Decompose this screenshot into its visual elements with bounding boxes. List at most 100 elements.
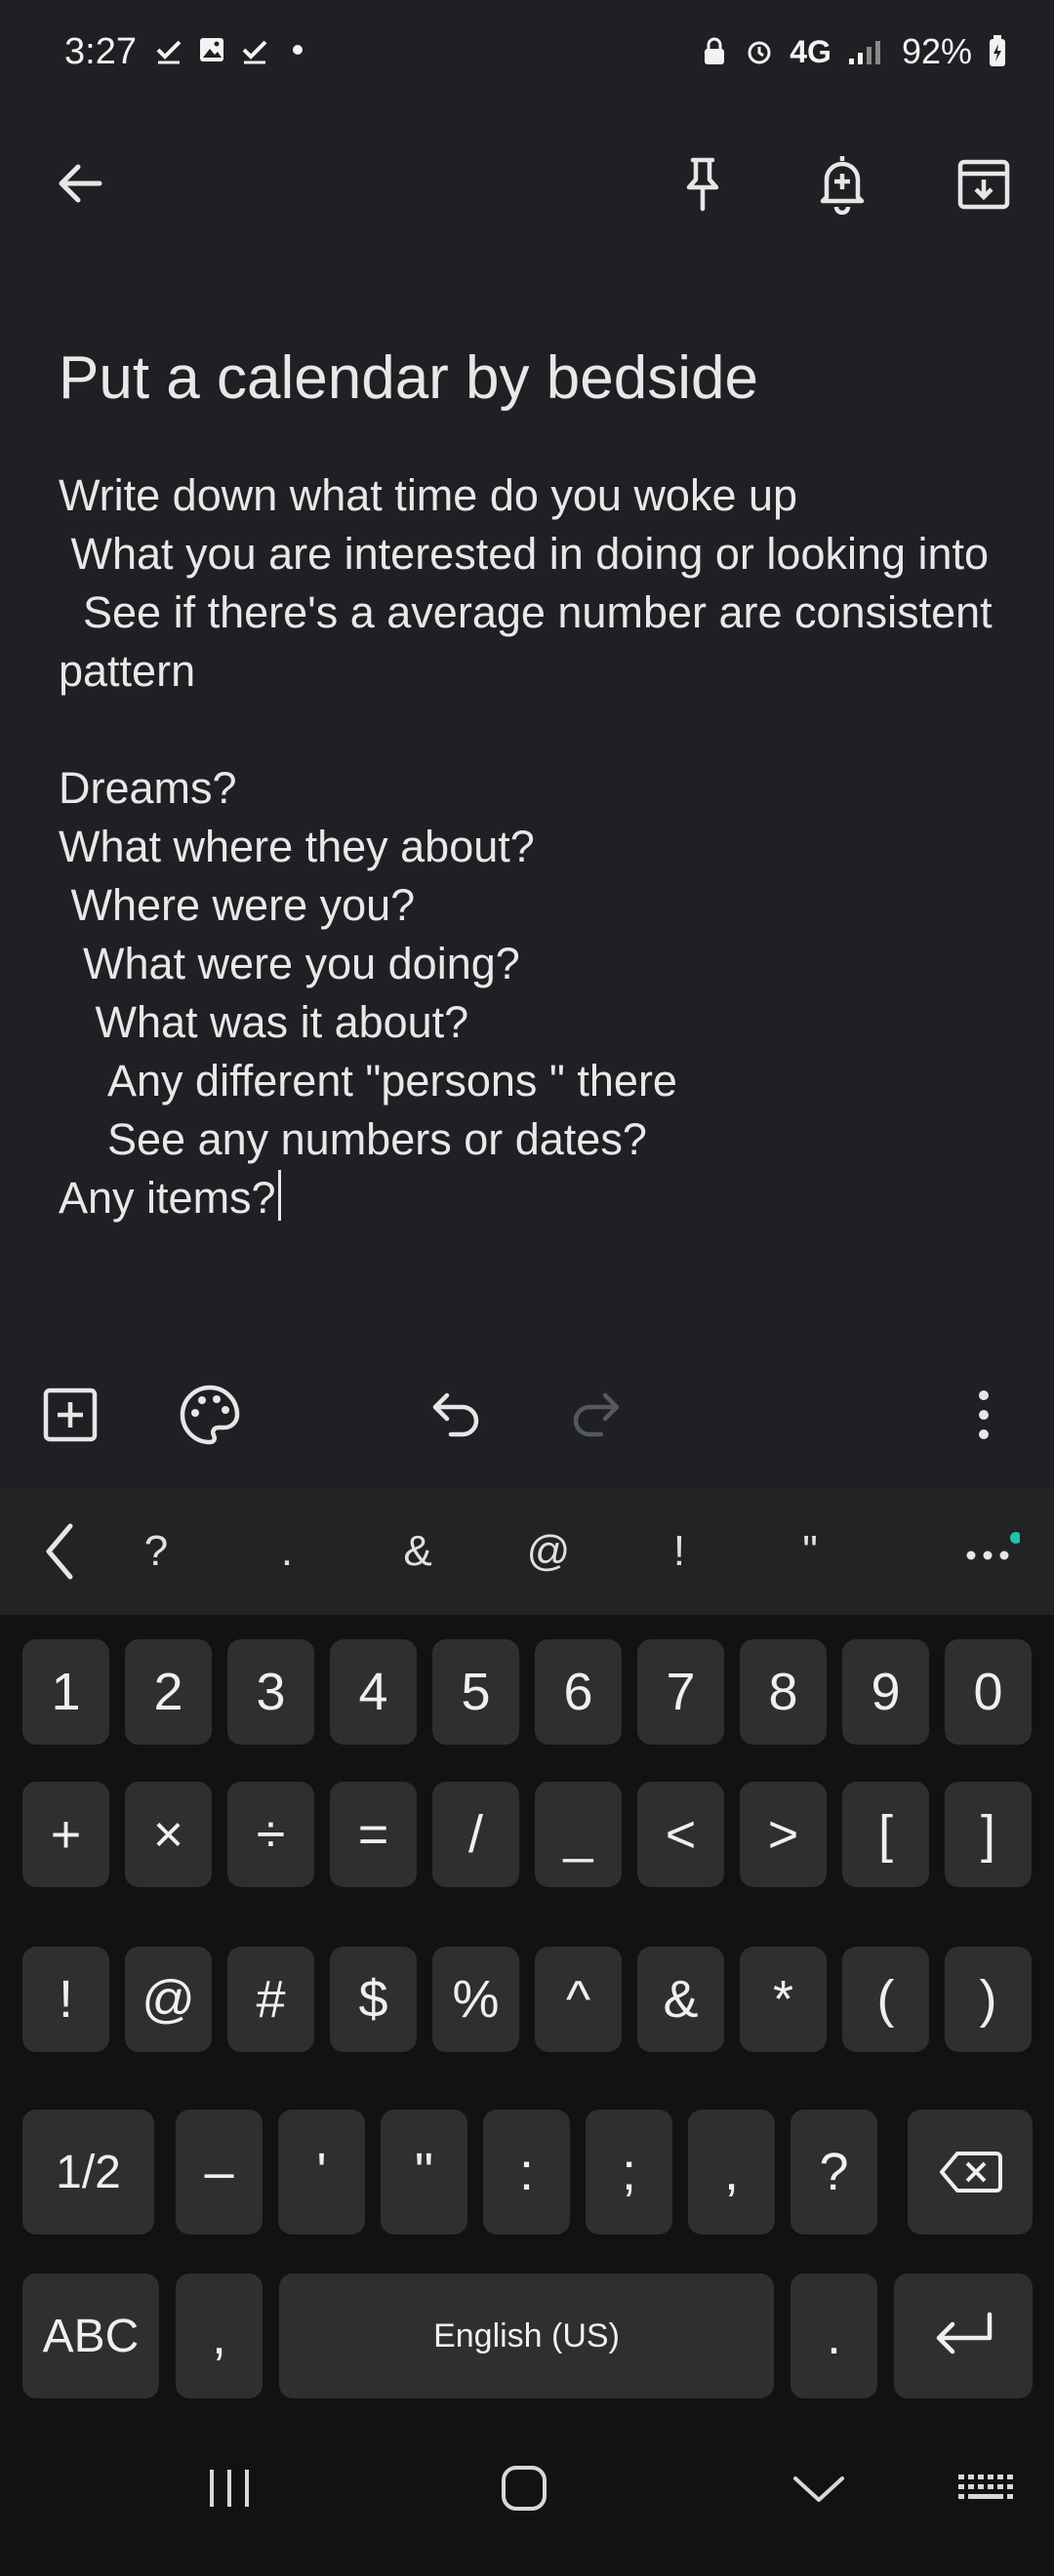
dot-icon (293, 45, 303, 55)
key-row1[interactable]: 5 (432, 1639, 519, 1745)
suggestion-symbol[interactable]: ? (98, 1488, 215, 1615)
add-box-icon (43, 1388, 98, 1442)
battery-icon (990, 35, 1005, 66)
key-row3[interactable]: @ (125, 1947, 212, 2052)
note-body-line: Any items? (59, 1169, 995, 1228)
recents-button[interactable] (190, 2449, 268, 2527)
key-fraction[interactable]: 1/2 (22, 2110, 154, 2234)
key-row2[interactable]: < (637, 1782, 724, 1887)
image-icon (200, 38, 223, 61)
suggestion-symbol[interactable]: & (359, 1488, 476, 1615)
key-row1[interactable]: 6 (535, 1639, 622, 1745)
note-body-line: Write down what time do you woke up (59, 470, 798, 520)
comma-key[interactable]: , (176, 2274, 263, 2398)
color-palette-button[interactable] (171, 1376, 249, 1454)
back-button[interactable] (41, 144, 119, 222)
key-row3[interactable]: * (740, 1947, 827, 2052)
key-row3[interactable]: ^ (535, 1947, 622, 2052)
keyboard-icon (958, 2475, 1013, 2499)
key-row3[interactable]: ) (945, 1947, 1032, 2052)
archive-button[interactable] (945, 144, 1023, 222)
check-icon (242, 40, 267, 64)
key-row4[interactable]: : (483, 2110, 570, 2234)
alarm-icon (748, 41, 771, 64)
key-row3[interactable]: # (227, 1947, 314, 2052)
key-row2[interactable]: _ (535, 1782, 622, 1887)
redo-button[interactable] (556, 1376, 634, 1454)
suggestion-symbol[interactable]: . (228, 1488, 345, 1615)
bell-plus-icon (820, 156, 865, 215)
note-body-line: Dreams? (59, 763, 237, 813)
key-row3[interactable]: & (637, 1947, 724, 2052)
key-row2[interactable]: ] (945, 1782, 1032, 1887)
note-title[interactable]: Put a calendar by bedside (59, 343, 995, 413)
status-notification-icons (154, 35, 312, 64)
pin-button[interactable] (664, 144, 742, 222)
signal-icon (848, 41, 880, 64)
key-row4[interactable]: , (688, 2110, 775, 2234)
key-row1[interactable]: 9 (842, 1639, 929, 1745)
key-row1[interactable]: 1 (22, 1639, 109, 1745)
key-row4[interactable]: " (381, 2110, 467, 2234)
key-row2[interactable]: ÷ (227, 1782, 314, 1887)
keyboard-switch-button[interactable] (947, 2449, 1025, 2527)
period-key[interactable]: . (790, 2274, 877, 2398)
backspace-icon (940, 2152, 1002, 2193)
key-row4[interactable]: ; (586, 2110, 672, 2234)
key-row4[interactable]: – (176, 2110, 263, 2234)
pin-icon (686, 157, 719, 212)
note-body-line: What you are interested in doing or look… (59, 529, 990, 579)
recents-icon (210, 2470, 249, 2507)
add-content-button[interactable] (31, 1376, 109, 1454)
redo-icon (573, 1392, 620, 1437)
check-icon (156, 40, 182, 64)
chevron-left-icon (46, 1523, 73, 1580)
suggestion-symbol[interactable]: ! (621, 1488, 738, 1615)
note-body[interactable]: Write down what time do you woke up What… (59, 466, 995, 1228)
key-row2[interactable]: × (125, 1782, 212, 1887)
key-row2[interactable]: [ (842, 1782, 929, 1887)
home-button[interactable] (485, 2449, 563, 2527)
undo-icon (432, 1392, 479, 1437)
key-row1[interactable]: 8 (740, 1639, 827, 1745)
suggestion-symbol[interactable]: " (751, 1488, 869, 1615)
reminder-button[interactable] (803, 144, 881, 222)
key-row1[interactable]: 0 (945, 1639, 1032, 1745)
note-body-line: Where were you? (59, 880, 416, 930)
backspace-key[interactable] (908, 2110, 1033, 2234)
key-row2[interactable]: / (432, 1782, 519, 1887)
archive-icon (957, 159, 1010, 210)
key-row2[interactable]: > (740, 1782, 827, 1887)
status-right-cluster: 4G 92% (700, 31, 1007, 72)
collapse-strip-button[interactable] (21, 1512, 100, 1590)
more-options-button[interactable] (945, 1376, 1023, 1454)
more-vert-icon (979, 1390, 989, 1439)
key-row3[interactable]: ! (22, 1947, 109, 2052)
more-symbols-button[interactable] (952, 1512, 1030, 1590)
key-row3[interactable]: ( (842, 1947, 929, 2052)
key-row1[interactable]: 3 (227, 1639, 314, 1745)
home-icon (502, 2466, 547, 2511)
system-nav-bar (0, 2405, 1054, 2576)
key-row1[interactable]: 4 (330, 1639, 417, 1745)
hide-keyboard-button[interactable] (780, 2449, 858, 2527)
undo-button[interactable] (418, 1376, 496, 1454)
key-row2[interactable]: = (330, 1782, 417, 1887)
key-row4[interactable]: ? (790, 2110, 877, 2234)
note-body-line: Any different "persons " there (59, 1056, 677, 1106)
note-body-line: What were you doing? (59, 939, 520, 988)
palette-icon (180, 1385, 240, 1445)
key-row1[interactable]: 2 (125, 1639, 212, 1745)
key-row1[interactable]: 7 (637, 1639, 724, 1745)
key-row4[interactable]: ' (278, 2110, 365, 2234)
key-row3[interactable]: % (432, 1947, 519, 2052)
key-row2[interactable]: + (22, 1782, 109, 1887)
abc-key[interactable]: ABC (22, 2274, 159, 2398)
enter-key[interactable] (894, 2274, 1033, 2398)
note-body-line: See if there's a average number are cons… (59, 587, 1005, 696)
space-key[interactable]: English (US) (279, 2274, 774, 2398)
note-body-line: What was it about? (59, 997, 469, 1047)
enter-icon (936, 2312, 993, 2355)
key-row3[interactable]: $ (330, 1947, 417, 2052)
suggestion-symbol[interactable]: @ (490, 1488, 607, 1615)
